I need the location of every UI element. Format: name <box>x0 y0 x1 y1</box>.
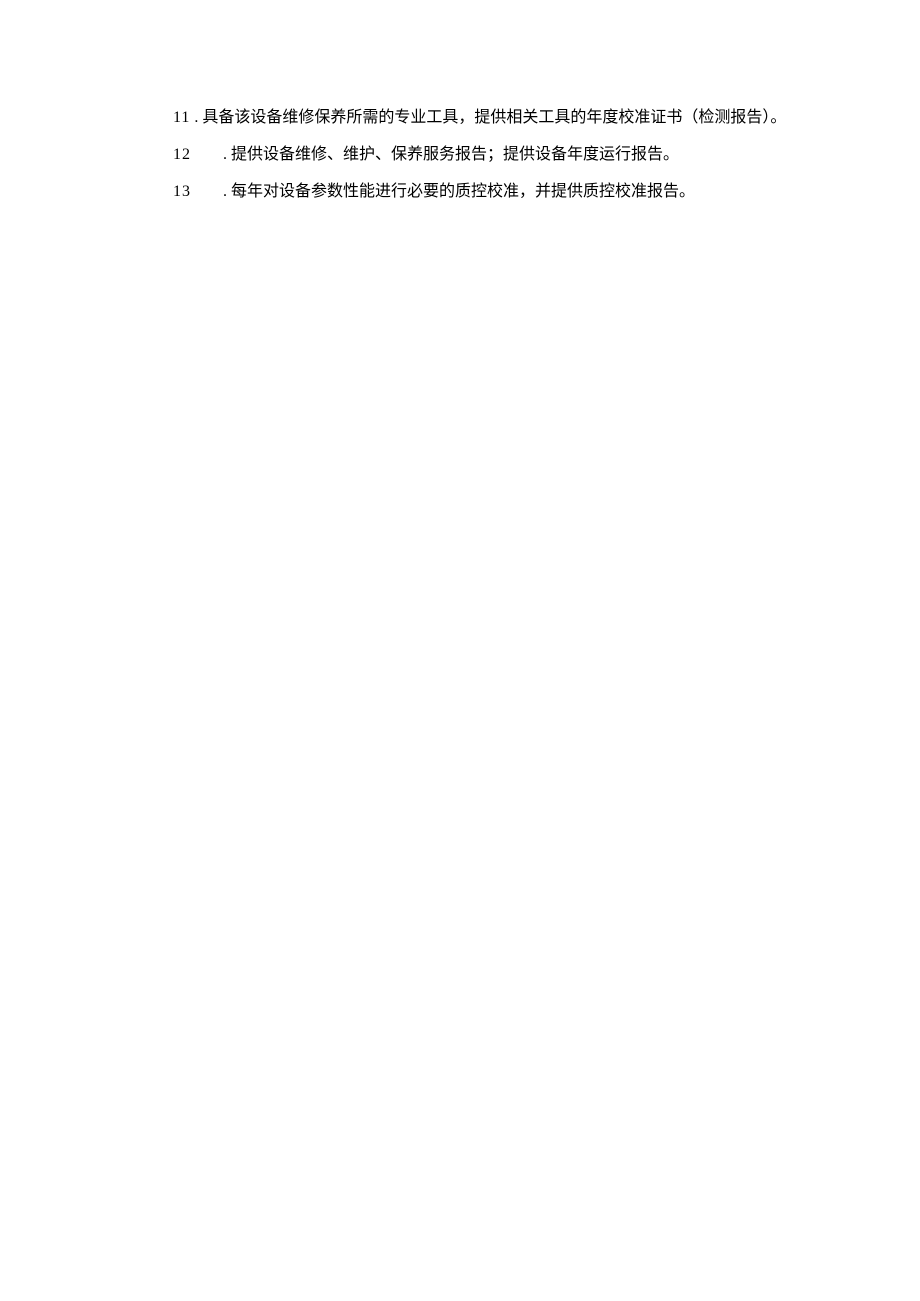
paragraph-separator: . <box>190 109 202 126</box>
paragraph-text: 提供设备维修、维护、保养服务报告；提供设备年度运行报告。 <box>231 146 679 163</box>
paragraph-text: 每年对设备参数性能进行必要的质控校准，并提供质控校准报告。 <box>231 183 695 200</box>
paragraph-number: 11 <box>173 109 190 126</box>
paragraph-text: 具备该设备维修保养所需的专业工具，提供相关工具的年度校准证书（检测报告）。 <box>202 109 786 126</box>
paragraph-13: 13 . 每年对设备参数性能进行必要的质控校准，并提供质控校准报告。 <box>125 174 815 209</box>
paragraph-number: 12 <box>173 146 191 163</box>
paragraph-12: 12 . 提供设备维修、维护、保养服务报告；提供设备年度运行报告。 <box>125 137 815 172</box>
paragraph-11: 11 . 具备该设备维修保养所需的专业工具，提供相关工具的年度校准证书（检测报告… <box>125 100 815 135</box>
paragraph-number: 13 <box>173 183 191 200</box>
paragraph-suffix: . <box>219 146 231 163</box>
paragraph-suffix: . <box>219 183 231 200</box>
